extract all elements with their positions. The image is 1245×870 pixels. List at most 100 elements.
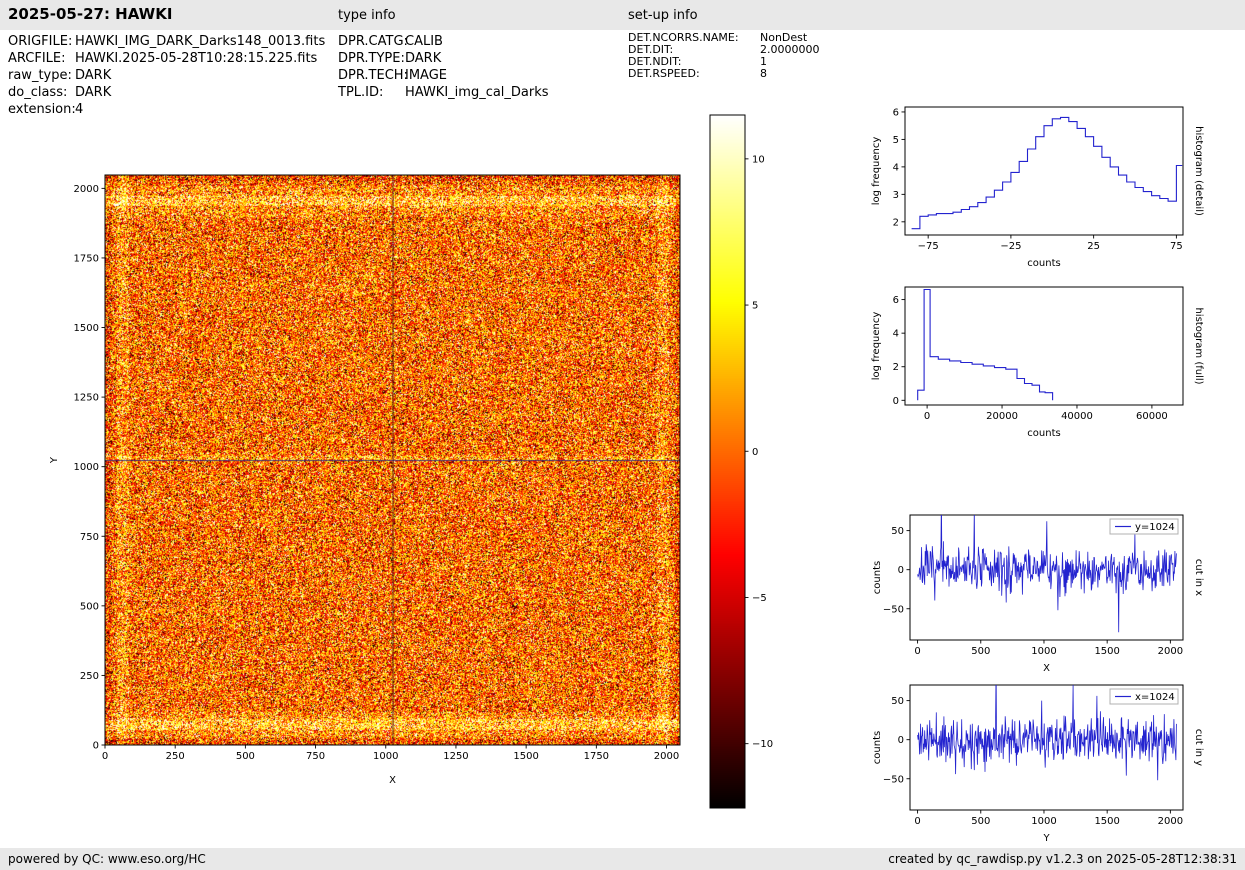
y-tick-label: 1000 bbox=[74, 462, 99, 473]
x-tick-label: 1000 bbox=[373, 751, 398, 762]
x-axis-title: counts bbox=[1027, 428, 1060, 439]
meta-row-origfile: ORIGFILE: HAWKI_IMG_DARK_Darks148_0013.fi… bbox=[8, 33, 325, 50]
y-tick-label: 750 bbox=[80, 532, 99, 543]
x-tick-label: 500 bbox=[971, 646, 990, 657]
meta-row-dprtype: DPR.TYPE: DARK bbox=[338, 50, 549, 67]
x-axis-title: Y bbox=[1042, 833, 1050, 844]
x-axis-title: counts bbox=[1027, 258, 1060, 269]
type-info-heading: type info bbox=[338, 8, 396, 23]
x-tick-label: −25 bbox=[1000, 241, 1021, 252]
y-axis-title: counts bbox=[872, 561, 883, 594]
legend-box bbox=[1109, 688, 1179, 705]
footer-bar: powered by QC: www.eso.org/HC created by… bbox=[0, 848, 1245, 870]
right-axis-title: histogram (detail) bbox=[1193, 126, 1204, 216]
x-tick-label: 75 bbox=[1170, 241, 1183, 252]
footer-powered-by: powered by QC: www.eso.org/HC bbox=[8, 852, 206, 866]
colorbar-tick-label: 10 bbox=[752, 154, 765, 165]
right-axis-title: cut in y bbox=[1193, 729, 1204, 766]
y-tick-label: 1250 bbox=[74, 393, 99, 404]
x-tick-label: 20000 bbox=[986, 411, 1018, 422]
x-tick-label: 1500 bbox=[513, 751, 538, 762]
y-tick-label: 4 bbox=[893, 329, 899, 340]
page-title: 2025-05-27: HAWKI bbox=[8, 5, 173, 23]
meta-row-rspeed: DET.RSPEED: 8 bbox=[628, 68, 820, 80]
x-tick-label: 60000 bbox=[1136, 411, 1168, 422]
meta-value: 8 bbox=[760, 67, 767, 80]
right-axis-title: cut in x bbox=[1193, 559, 1204, 596]
y-axis-title: Y bbox=[49, 456, 60, 464]
meta-label: ORIGFILE: bbox=[8, 34, 73, 49]
y-tick-label: 2000 bbox=[74, 184, 99, 195]
raw-image-heatmap bbox=[105, 175, 680, 745]
y-tick-label: 0 bbox=[93, 741, 99, 752]
y-tick-label: 0 bbox=[898, 735, 904, 746]
y-tick-label: 1750 bbox=[74, 253, 99, 264]
meta-label: do_class: bbox=[8, 85, 68, 100]
histogram-detail-frame bbox=[904, 106, 1184, 236]
x-tick-label: −75 bbox=[918, 241, 939, 252]
footer-created-by: created by qc_rawdisp.py v1.2.3 on 2025-… bbox=[888, 852, 1237, 866]
x-tick-label: 750 bbox=[306, 751, 325, 762]
cut-in-y-curve bbox=[917, 685, 1177, 781]
meta-label: DPR.CATG: bbox=[338, 34, 408, 49]
x-tick-label: 250 bbox=[166, 751, 185, 762]
colorbar-tick-label: −5 bbox=[752, 593, 767, 604]
right-axis-title: histogram (full) bbox=[1193, 307, 1204, 384]
x-tick-label: 1250 bbox=[443, 751, 468, 762]
meta-label: TPL.ID: bbox=[338, 85, 384, 100]
meta-row-tplid: TPL.ID: HAWKI_img_cal_Darks bbox=[338, 84, 549, 101]
meta-row-arcfile: ARCFILE: HAWKI.2025-05-28T10:28:15.225.fi… bbox=[8, 50, 325, 67]
x-tick-label: 500 bbox=[971, 816, 990, 827]
colorbar-tick-label: −10 bbox=[752, 739, 773, 750]
y-tick-label: 0 bbox=[893, 396, 899, 407]
x-tick-label: 500 bbox=[236, 751, 255, 762]
setup-info-block: DET.NCORRS.NAME: NonDest DET.DIT: 2.000000… bbox=[628, 32, 820, 80]
x-tick-label: 1500 bbox=[1094, 646, 1119, 657]
y-tick-label: 500 bbox=[80, 601, 99, 612]
x-axis-title: X bbox=[1043, 663, 1050, 674]
meta-value: 4 bbox=[75, 102, 84, 117]
legend-label: y=1024 bbox=[1135, 522, 1175, 533]
file-info-block: ORIGFILE: HAWKI_IMG_DARK_Darks148_0013.fi… bbox=[8, 33, 325, 118]
meta-row-dprtech: DPR.TECH: IMAGE bbox=[338, 67, 549, 84]
meta-label: DPR.TECH: bbox=[338, 68, 408, 83]
legend-label: x=1024 bbox=[1135, 692, 1175, 703]
y-tick-label: 1500 bbox=[74, 323, 99, 334]
x-tick-label: 2000 bbox=[1158, 646, 1183, 657]
y-tick-label: 6 bbox=[893, 295, 899, 306]
meta-value: DARK bbox=[75, 68, 112, 83]
meta-label: DET.RSPEED: bbox=[628, 67, 700, 80]
meta-value: HAWKI.2025-05-28T10:28:15.225.fits bbox=[75, 51, 318, 66]
meta-value: 2.0000000 bbox=[760, 43, 820, 56]
meta-value: DARK bbox=[75, 85, 112, 100]
meta-row-extension: extension: 4 bbox=[8, 101, 325, 118]
meta-row-doclass: do_class: DARK bbox=[8, 84, 325, 101]
x-tick-label: 40000 bbox=[1061, 411, 1093, 422]
meta-row-dprcatg: DPR.CATG: CALIB bbox=[338, 33, 549, 50]
histogram-detail-curve bbox=[911, 116, 1183, 230]
y-tick-label: 3 bbox=[893, 190, 899, 201]
x-tick-label: 1500 bbox=[1094, 816, 1119, 827]
qc-report-page: 2025-05-27: HAWKI type info set-up info … bbox=[0, 0, 1245, 870]
x-tick-label: 1000 bbox=[1031, 646, 1056, 657]
x-tick-label: 2000 bbox=[654, 751, 679, 762]
meta-value: CALIB bbox=[405, 34, 443, 49]
histogram-full-frame bbox=[904, 286, 1184, 406]
meta-label: extension: bbox=[8, 102, 76, 117]
x-tick-label: 0 bbox=[924, 411, 930, 422]
y-tick-label: 50 bbox=[891, 696, 904, 707]
x-tick-label: 1750 bbox=[584, 751, 609, 762]
colorbar-tick-label: 0 bbox=[752, 447, 758, 458]
x-tick-label: 0 bbox=[102, 751, 108, 762]
y-tick-label: 4 bbox=[893, 162, 899, 173]
header-bar: 2025-05-27: HAWKI type info set-up info bbox=[0, 0, 1245, 30]
meta-value: IMAGE bbox=[405, 68, 448, 83]
meta-value: HAWKI_IMG_DARK_Darks148_0013.fits bbox=[75, 34, 326, 49]
y-tick-label: 2 bbox=[893, 217, 899, 228]
y-tick-label: −50 bbox=[883, 774, 904, 785]
setup-info-heading: set-up info bbox=[628, 8, 698, 23]
colorbar-tick-label: 5 bbox=[752, 301, 758, 312]
y-axis-title: counts bbox=[872, 731, 883, 764]
legend-box bbox=[1109, 518, 1179, 535]
y-tick-label: 2 bbox=[893, 362, 899, 373]
